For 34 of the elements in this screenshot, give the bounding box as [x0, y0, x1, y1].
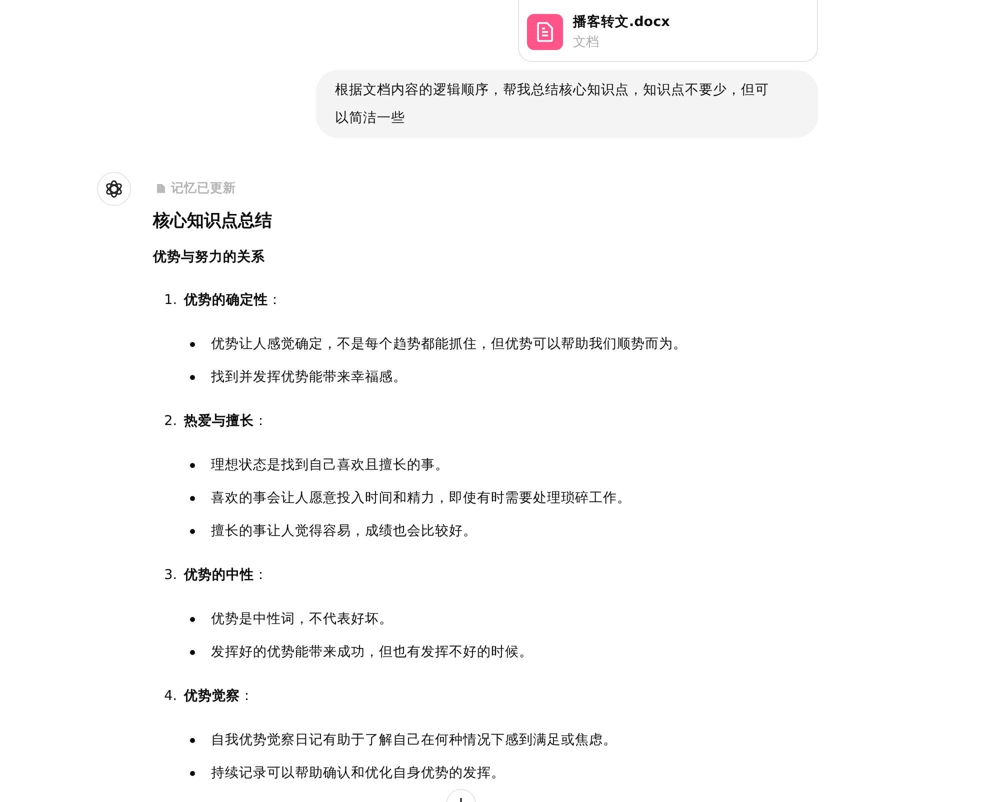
- bullet-icon: [190, 650, 195, 654]
- file-type: 文档: [573, 34, 600, 51]
- list-item-title: 优势觉察：: [184, 687, 254, 706]
- bullet-text: 优势让人感觉确定，不是每个趋势都能抓住，但优势可以帮助我们顺势而为。: [211, 335, 687, 354]
- bullet-text: 持续记录可以帮助确认和优化自身优势的发挥。: [211, 764, 505, 783]
- bullet-text: 擅长的事让人觉得容易，成绩也会比较好。: [211, 522, 477, 541]
- list-item-title: 热爱与擅长：: [184, 412, 268, 431]
- section-subheading: 优势与努力的关系: [153, 248, 266, 266]
- assistant-avatar-icon: [97, 172, 131, 206]
- bullet-icon: [190, 616, 195, 622]
- bullet-icon: [190, 496, 195, 500]
- file-attachment-card[interactable]: 播客转文.docx 文档: [518, 0, 818, 62]
- bullet-icon: [190, 528, 195, 534]
- bullet-text: 喜欢的事会让人愿意投入时间和精力，即使有时需要处理琐碎工作。: [211, 489, 631, 508]
- bullet-icon: [190, 374, 195, 380]
- document-icon: [527, 14, 563, 50]
- list-item-title: 优势的确定性：: [184, 291, 282, 310]
- bullet-icon: [190, 770, 195, 776]
- bullet-text: 优势是中性词，不代表好坏。: [211, 610, 393, 629]
- list-number: 4.: [163, 687, 177, 706]
- bullet-text: 理想状态是找到自己喜欢且擅长的事。: [211, 456, 449, 475]
- list-number: 1.: [163, 291, 177, 310]
- bullet-icon: [190, 462, 195, 468]
- bullet-text: 自我优势觉察日记有助于了解自己在何种情况下感到满足或焦虑。: [211, 731, 617, 750]
- bullet-icon: [190, 738, 195, 742]
- summary-heading: 核心知识点总结: [153, 210, 273, 232]
- file-name: 播客转文.docx: [573, 13, 670, 31]
- user-message: 根据文档内容的逻辑顺序，帮我总结核心知识点，知识点不要少，但可以简洁一些: [316, 70, 818, 138]
- bullet-icon: [190, 342, 195, 346]
- list-number: 2.: [163, 412, 177, 431]
- list-number: 3.: [163, 566, 177, 585]
- list-item-title: 优势的中性：: [184, 566, 268, 585]
- bullet-text: 找到并发挥优势能带来幸福感。: [211, 368, 407, 387]
- bullet-text: 发挥好的优势能带来成功，但也有发挥不好的时候。: [211, 643, 533, 662]
